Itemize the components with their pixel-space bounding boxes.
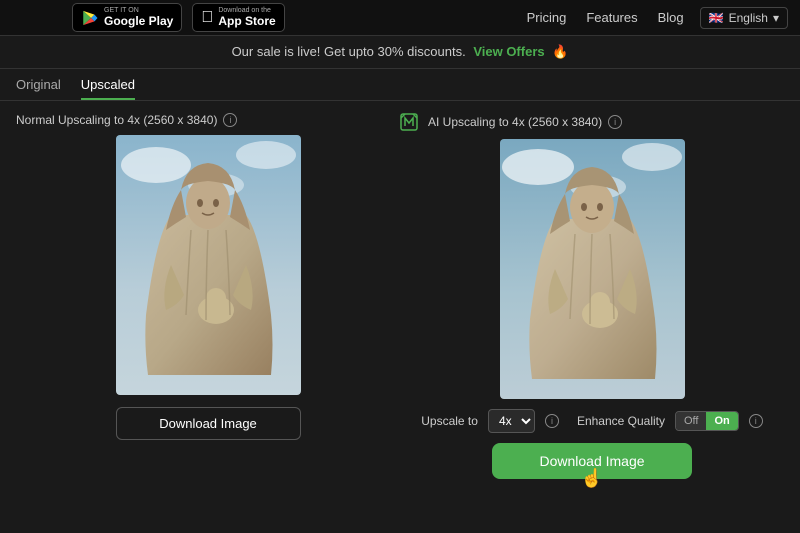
ai-upscale-label: AI Upscaling to 4x (2560 x 3840)	[428, 115, 602, 129]
enhance-toggle[interactable]: Off On	[675, 411, 739, 431]
upscale-select[interactable]: 4x 2x 8x	[488, 409, 535, 433]
appstore-sub: Download on the	[218, 7, 275, 14]
ai-upscale-icon	[400, 113, 418, 131]
language-selector[interactable]: 🇬🇧 English ▾	[700, 7, 788, 29]
google-play-sub: GET IT ON	[104, 7, 173, 14]
google-play-button[interactable]: GET IT ON Google Play	[72, 3, 182, 32]
tabs-bar: Original Upscaled	[0, 69, 800, 101]
tab-upscaled[interactable]: Upscaled	[81, 77, 135, 100]
ai-upscale-panel: AI Upscaling to 4x (2560 x 3840) i	[400, 113, 784, 513]
normal-upscale-label: Normal Upscaling to 4x (2560 x 3840)	[16, 113, 217, 127]
fire-emoji: 🔥	[552, 44, 568, 59]
normal-image-box	[116, 135, 301, 395]
download-normal-button[interactable]: Download Image	[116, 407, 301, 440]
upscale-info-icon[interactable]: i	[545, 414, 559, 428]
pricing-link[interactable]: Pricing	[527, 10, 567, 25]
nav-links: Pricing Features Blog	[527, 10, 684, 25]
normal-info-icon[interactable]: i	[223, 113, 237, 127]
view-offers-link[interactable]: View Offers	[473, 44, 544, 59]
toggle-on-button[interactable]: On	[706, 412, 737, 430]
controls-row: Upscale to 4x 2x 8x i Enhance Quality Of…	[421, 409, 763, 433]
chevron-down-icon: ▾	[773, 11, 779, 25]
normal-upscale-header: Normal Upscaling to 4x (2560 x 3840) i	[16, 113, 237, 127]
tab-original[interactable]: Original	[16, 77, 61, 100]
sale-text: Our sale is live! Get upto 30% discounts…	[232, 44, 466, 59]
download-ai-container: Download Image ☝	[492, 433, 692, 479]
enhance-quality-label: Enhance Quality	[577, 414, 665, 428]
upscale-to-label: Upscale to	[421, 414, 478, 428]
ai-image-box	[500, 139, 685, 399]
features-link[interactable]: Features	[586, 10, 637, 25]
main-content: Normal Upscaling to 4x (2560 x 3840) i	[0, 101, 800, 525]
blog-link[interactable]: Blog	[658, 10, 684, 25]
navbar: GET IT ON Google Play  Download on the …	[0, 0, 800, 36]
ai-upscale-header: AI Upscaling to 4x (2560 x 3840) i	[400, 113, 622, 131]
cursor-icon: ☝	[581, 468, 603, 489]
lang-label: English	[729, 11, 768, 25]
apple-icon: 	[201, 9, 213, 27]
google-play-label: Google Play	[104, 14, 173, 28]
lang-flag: 🇬🇧	[709, 11, 724, 25]
nav-store-links: GET IT ON Google Play  Download on the …	[72, 3, 285, 32]
sale-banner: Our sale is live! Get upto 30% discounts…	[0, 36, 800, 69]
enhance-info-icon[interactable]: i	[749, 414, 763, 428]
app-store-button[interactable]:  Download on the App Store	[192, 3, 284, 32]
normal-upscale-panel: Normal Upscaling to 4x (2560 x 3840) i	[16, 113, 400, 513]
ai-info-icon[interactable]: i	[608, 115, 622, 129]
toggle-off-button[interactable]: Off	[676, 412, 706, 430]
appstore-label: App Store	[218, 14, 275, 28]
